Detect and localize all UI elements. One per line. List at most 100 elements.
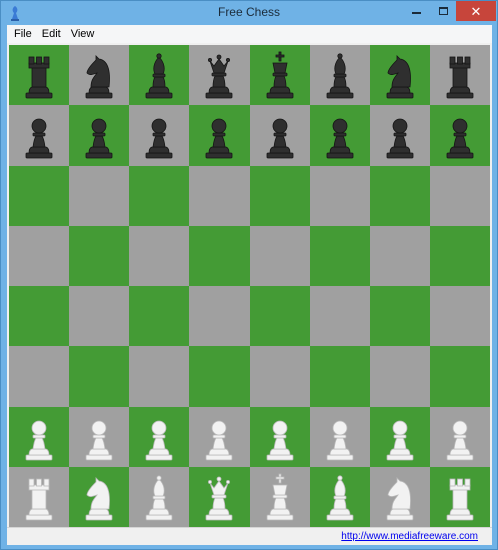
black-pawn-icon[interactable] [136, 109, 182, 161]
white-pawn-icon[interactable] [196, 411, 242, 463]
maximize-button[interactable] [430, 1, 456, 21]
square-e7[interactable] [249, 105, 310, 166]
black-king-icon[interactable] [257, 49, 303, 101]
square-f4[interactable] [309, 286, 370, 347]
white-pawn-icon[interactable] [16, 411, 62, 463]
square-g2[interactable] [369, 406, 430, 467]
square-d2[interactable] [189, 406, 250, 467]
square-e1[interactable] [249, 466, 310, 527]
white-pawn-icon[interactable] [437, 411, 483, 463]
square-a7[interactable] [9, 105, 70, 166]
square-c2[interactable] [129, 406, 190, 467]
square-a2[interactable] [9, 406, 70, 467]
square-h3[interactable] [429, 346, 490, 407]
square-f1[interactable] [309, 466, 370, 527]
square-h4[interactable] [429, 286, 490, 347]
white-pawn-icon[interactable] [136, 411, 182, 463]
minimize-button[interactable] [403, 1, 429, 21]
square-b7[interactable] [69, 105, 130, 166]
square-e8[interactable] [249, 45, 310, 106]
square-h7[interactable] [429, 105, 490, 166]
website-link[interactable]: http://www.mediafreeware.com [341, 531, 478, 542]
menu-view[interactable]: View [66, 25, 100, 43]
white-king-icon[interactable] [257, 471, 303, 523]
black-rook-icon[interactable] [437, 49, 483, 101]
square-g6[interactable] [369, 165, 430, 226]
square-b5[interactable] [69, 225, 130, 286]
square-d4[interactable] [189, 286, 250, 347]
square-f3[interactable] [309, 346, 370, 407]
square-c6[interactable] [129, 165, 190, 226]
white-pawn-icon[interactable] [76, 411, 122, 463]
square-d6[interactable] [189, 165, 250, 226]
black-pawn-icon[interactable] [257, 109, 303, 161]
square-d5[interactable] [189, 225, 250, 286]
square-c1[interactable] [129, 466, 190, 527]
square-h2[interactable] [429, 406, 490, 467]
black-pawn-icon[interactable] [16, 109, 62, 161]
square-h6[interactable] [429, 165, 490, 226]
menu-file[interactable]: File [9, 25, 37, 43]
square-d1[interactable] [189, 466, 250, 527]
square-c5[interactable] [129, 225, 190, 286]
black-pawn-icon[interactable] [76, 109, 122, 161]
square-a3[interactable] [9, 346, 70, 407]
square-b2[interactable] [69, 406, 130, 467]
black-knight-icon[interactable] [76, 49, 122, 101]
square-g5[interactable] [369, 225, 430, 286]
black-pawn-icon[interactable] [317, 109, 363, 161]
square-g7[interactable] [369, 105, 430, 166]
white-rook-icon[interactable] [437, 471, 483, 523]
square-e2[interactable] [249, 406, 310, 467]
square-g4[interactable] [369, 286, 430, 347]
square-g1[interactable] [369, 466, 430, 527]
white-rook-icon[interactable] [16, 471, 62, 523]
square-f6[interactable] [309, 165, 370, 226]
square-b3[interactable] [69, 346, 130, 407]
square-g8[interactable] [369, 45, 430, 106]
white-bishop-icon[interactable] [317, 471, 363, 523]
black-knight-icon[interactable] [377, 49, 423, 101]
black-pawn-icon[interactable] [196, 109, 242, 161]
square-f8[interactable] [309, 45, 370, 106]
square-d3[interactable] [189, 346, 250, 407]
menu-edit[interactable]: Edit [37, 25, 66, 43]
square-c7[interactable] [129, 105, 190, 166]
square-h8[interactable] [429, 45, 490, 106]
black-pawn-icon[interactable] [437, 109, 483, 161]
close-button[interactable]: ✕ [456, 1, 496, 21]
white-knight-icon[interactable] [76, 471, 122, 523]
white-bishop-icon[interactable] [136, 471, 182, 523]
white-pawn-icon[interactable] [377, 411, 423, 463]
square-b8[interactable] [69, 45, 130, 106]
square-c8[interactable] [129, 45, 190, 106]
white-pawn-icon[interactable] [257, 411, 303, 463]
black-pawn-icon[interactable] [377, 109, 423, 161]
square-b6[interactable] [69, 165, 130, 226]
square-a5[interactable] [9, 225, 70, 286]
black-queen-icon[interactable] [196, 49, 242, 101]
square-b1[interactable] [69, 466, 130, 527]
square-c3[interactable] [129, 346, 190, 407]
white-knight-icon[interactable] [377, 471, 423, 523]
square-f5[interactable] [309, 225, 370, 286]
white-pawn-icon[interactable] [317, 411, 363, 463]
square-f7[interactable] [309, 105, 370, 166]
square-e5[interactable] [249, 225, 310, 286]
black-bishop-icon[interactable] [136, 49, 182, 101]
square-c4[interactable] [129, 286, 190, 347]
square-g3[interactable] [369, 346, 430, 407]
black-bishop-icon[interactable] [317, 49, 363, 101]
square-e4[interactable] [249, 286, 310, 347]
square-h1[interactable] [429, 466, 490, 527]
square-e3[interactable] [249, 346, 310, 407]
square-b4[interactable] [69, 286, 130, 347]
square-a4[interactable] [9, 286, 70, 347]
title-bar[interactable]: Free Chess ✕ [1, 1, 497, 25]
square-d8[interactable] [189, 45, 250, 106]
square-e6[interactable] [249, 165, 310, 226]
black-rook-icon[interactable] [16, 49, 62, 101]
square-a6[interactable] [9, 165, 70, 226]
square-a8[interactable] [9, 45, 70, 106]
square-h5[interactable] [429, 225, 490, 286]
